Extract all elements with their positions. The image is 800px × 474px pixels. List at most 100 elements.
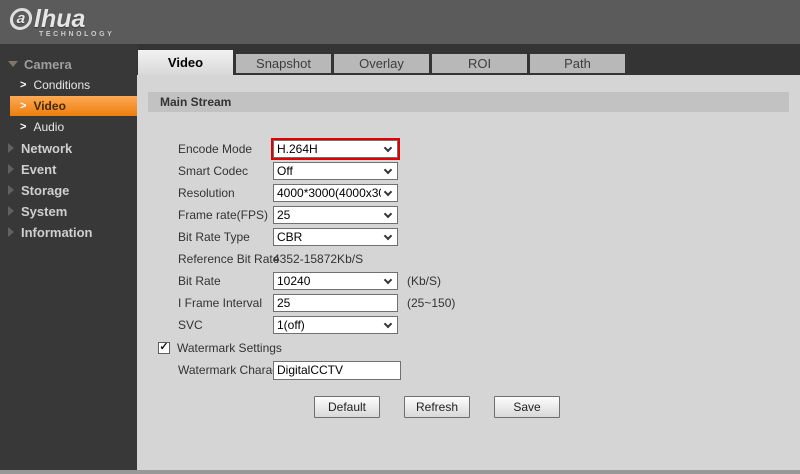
- field-label: Resolution: [178, 186, 235, 200]
- resolution-select[interactable]: 4000*3000(4000x3000): [273, 184, 398, 202]
- svc-select[interactable]: 1(off): [273, 316, 398, 334]
- sidebar-group-label: Camera: [24, 56, 72, 72]
- tab-bar: Video Snapshot Overlay ROI Path: [137, 44, 800, 75]
- triangle-right-icon: [8, 227, 14, 237]
- footer-strip: [0, 470, 800, 474]
- logo-text: lhua: [34, 4, 86, 33]
- body-row: Camera > Conditions > Video > Audio Netw…: [0, 44, 800, 470]
- field-label: Bit Rate: [178, 274, 221, 288]
- tab-roi[interactable]: ROI: [432, 54, 527, 73]
- select-value: 4000*3000(4000x3000): [277, 186, 381, 200]
- smart-codec-select[interactable]: Off: [273, 162, 398, 180]
- triangle-down-icon: [8, 61, 18, 67]
- field-label: Frame rate(FPS): [178, 208, 269, 222]
- chevron-down-icon: [383, 275, 393, 285]
- main-content: Main Stream Encode Mode H.264H Smart Cod…: [137, 75, 800, 470]
- select-value: Off: [277, 164, 293, 178]
- triangle-right-icon: [8, 143, 14, 153]
- sidebar-group-label: System: [21, 203, 68, 219]
- field-row-i-frame-interval: I Frame Interval (25~150): [178, 294, 800, 312]
- field-label: Bit Rate Type: [178, 230, 250, 244]
- bit-rate-type-select[interactable]: CBR: [273, 228, 398, 246]
- watermark-checkbox[interactable]: ✓: [158, 342, 170, 354]
- logo-wordmark: a lhua: [8, 4, 114, 33]
- tab-path[interactable]: Path: [530, 54, 625, 73]
- sidebar: Camera > Conditions > Video > Audio Netw…: [0, 44, 137, 470]
- watermark-character-input[interactable]: [273, 360, 401, 380]
- select-value: CBR: [277, 230, 303, 244]
- sidebar-item-video[interactable]: > Video: [10, 96, 137, 116]
- tab-overlay[interactable]: Overlay: [334, 54, 429, 73]
- triangle-right-icon: [8, 206, 14, 216]
- field-label: Encode Mode: [178, 142, 253, 156]
- tab-video[interactable]: Video: [138, 50, 233, 75]
- header: a lhua TECHNOLOGY: [0, 0, 800, 44]
- watermark-settings-row: ✓ Watermark Settings: [158, 339, 800, 357]
- dahua-camera-web-ui: a lhua TECHNOLOGY Camera > Conditions > V…: [0, 0, 800, 474]
- frame-rate-select[interactable]: 25: [273, 206, 398, 224]
- field-label: Reference Bit Rate: [178, 252, 280, 266]
- chevron-down-icon: [383, 231, 393, 241]
- i-frame-interval-input[interactable]: [273, 294, 398, 312]
- sidebar-group-label: Event: [21, 161, 57, 177]
- field-label: Smart Codec: [178, 164, 249, 178]
- arrow-right-icon: >: [20, 100, 27, 112]
- select-value: 1(off): [277, 318, 305, 332]
- sidebar-group-information[interactable]: Information: [0, 222, 137, 242]
- arrow-right-icon: >: [20, 79, 27, 91]
- dahua-logo: a lhua TECHNOLOGY: [8, 4, 115, 38]
- field-label: I Frame Interval: [178, 296, 263, 310]
- video-settings-form: Encode Mode H.264H Smart Codec Off Resol…: [158, 138, 800, 418]
- chevron-down-icon: [383, 143, 393, 153]
- right-pane: Video Snapshot Overlay ROI Path Main Str…: [137, 44, 800, 470]
- field-suffix: (Kb/S): [407, 274, 442, 288]
- sidebar-group-camera[interactable]: Camera: [0, 54, 137, 74]
- chevron-down-icon: [383, 187, 393, 197]
- logo-tagline: TECHNOLOGY: [39, 30, 115, 38]
- sidebar-item-label: Audio: [33, 120, 65, 134]
- section-header-main-stream: Main Stream: [148, 92, 789, 112]
- triangle-right-icon: [8, 164, 14, 174]
- field-label: Watermark Character: [178, 363, 293, 377]
- watermark-settings-label: Watermark Settings: [177, 341, 282, 355]
- chevron-down-icon: [383, 319, 393, 329]
- checkmark-icon: ✓: [159, 341, 169, 353]
- field-row-reference-bit-rate: Reference Bit Rate 4352-15872Kb/S: [178, 250, 800, 268]
- select-value: H.264H: [277, 142, 318, 156]
- chevron-down-icon: [383, 165, 393, 175]
- encode-mode-select[interactable]: H.264H: [271, 138, 400, 160]
- sidebar-group-system[interactable]: System: [0, 201, 137, 221]
- refresh-button[interactable]: Refresh: [404, 396, 470, 418]
- sidebar-group-storage[interactable]: Storage: [0, 180, 137, 200]
- field-row-svc: SVC 1(off): [178, 316, 800, 334]
- chevron-down-icon: [383, 209, 393, 219]
- sidebar-group-label: Network: [21, 140, 73, 156]
- tab-snapshot[interactable]: Snapshot: [236, 54, 331, 73]
- sidebar-item-label: Conditions: [33, 78, 91, 92]
- section-title: Main Stream: [160, 95, 232, 109]
- watermark-character-row: Watermark Character: [178, 360, 800, 380]
- button-row: Default Refresh Save: [314, 396, 800, 418]
- field-row-frame-rate: Frame rate(FPS) 25: [178, 206, 800, 224]
- field-row-bit-rate: Bit Rate 10240 (Kb/S): [178, 272, 800, 290]
- select-value: 25: [277, 208, 291, 222]
- sidebar-group-label: Information: [21, 224, 93, 240]
- field-suffix: (25~150): [407, 296, 456, 310]
- field-row-smart-codec: Smart Codec Off: [178, 162, 800, 180]
- logo-a-ring-icon: a: [8, 7, 34, 30]
- field-row-encode-mode: Encode Mode H.264H: [178, 138, 800, 160]
- reference-bit-rate-value: 4352-15872Kb/S: [273, 252, 364, 266]
- sidebar-group-network[interactable]: Network: [0, 138, 137, 158]
- sidebar-item-audio[interactable]: > Audio: [10, 117, 137, 137]
- sidebar-item-conditions[interactable]: > Conditions: [10, 75, 137, 95]
- bit-rate-select[interactable]: 10240: [273, 272, 398, 290]
- arrow-right-icon: >: [20, 121, 27, 133]
- triangle-right-icon: [8, 185, 14, 195]
- field-row-bit-rate-type: Bit Rate Type CBR: [178, 228, 800, 246]
- default-button[interactable]: Default: [314, 396, 380, 418]
- sidebar-group-label: Storage: [21, 182, 70, 198]
- select-value: 10240: [277, 274, 311, 288]
- sidebar-group-event[interactable]: Event: [0, 159, 137, 179]
- field-label: SVC: [178, 318, 203, 332]
- save-button[interactable]: Save: [494, 396, 560, 418]
